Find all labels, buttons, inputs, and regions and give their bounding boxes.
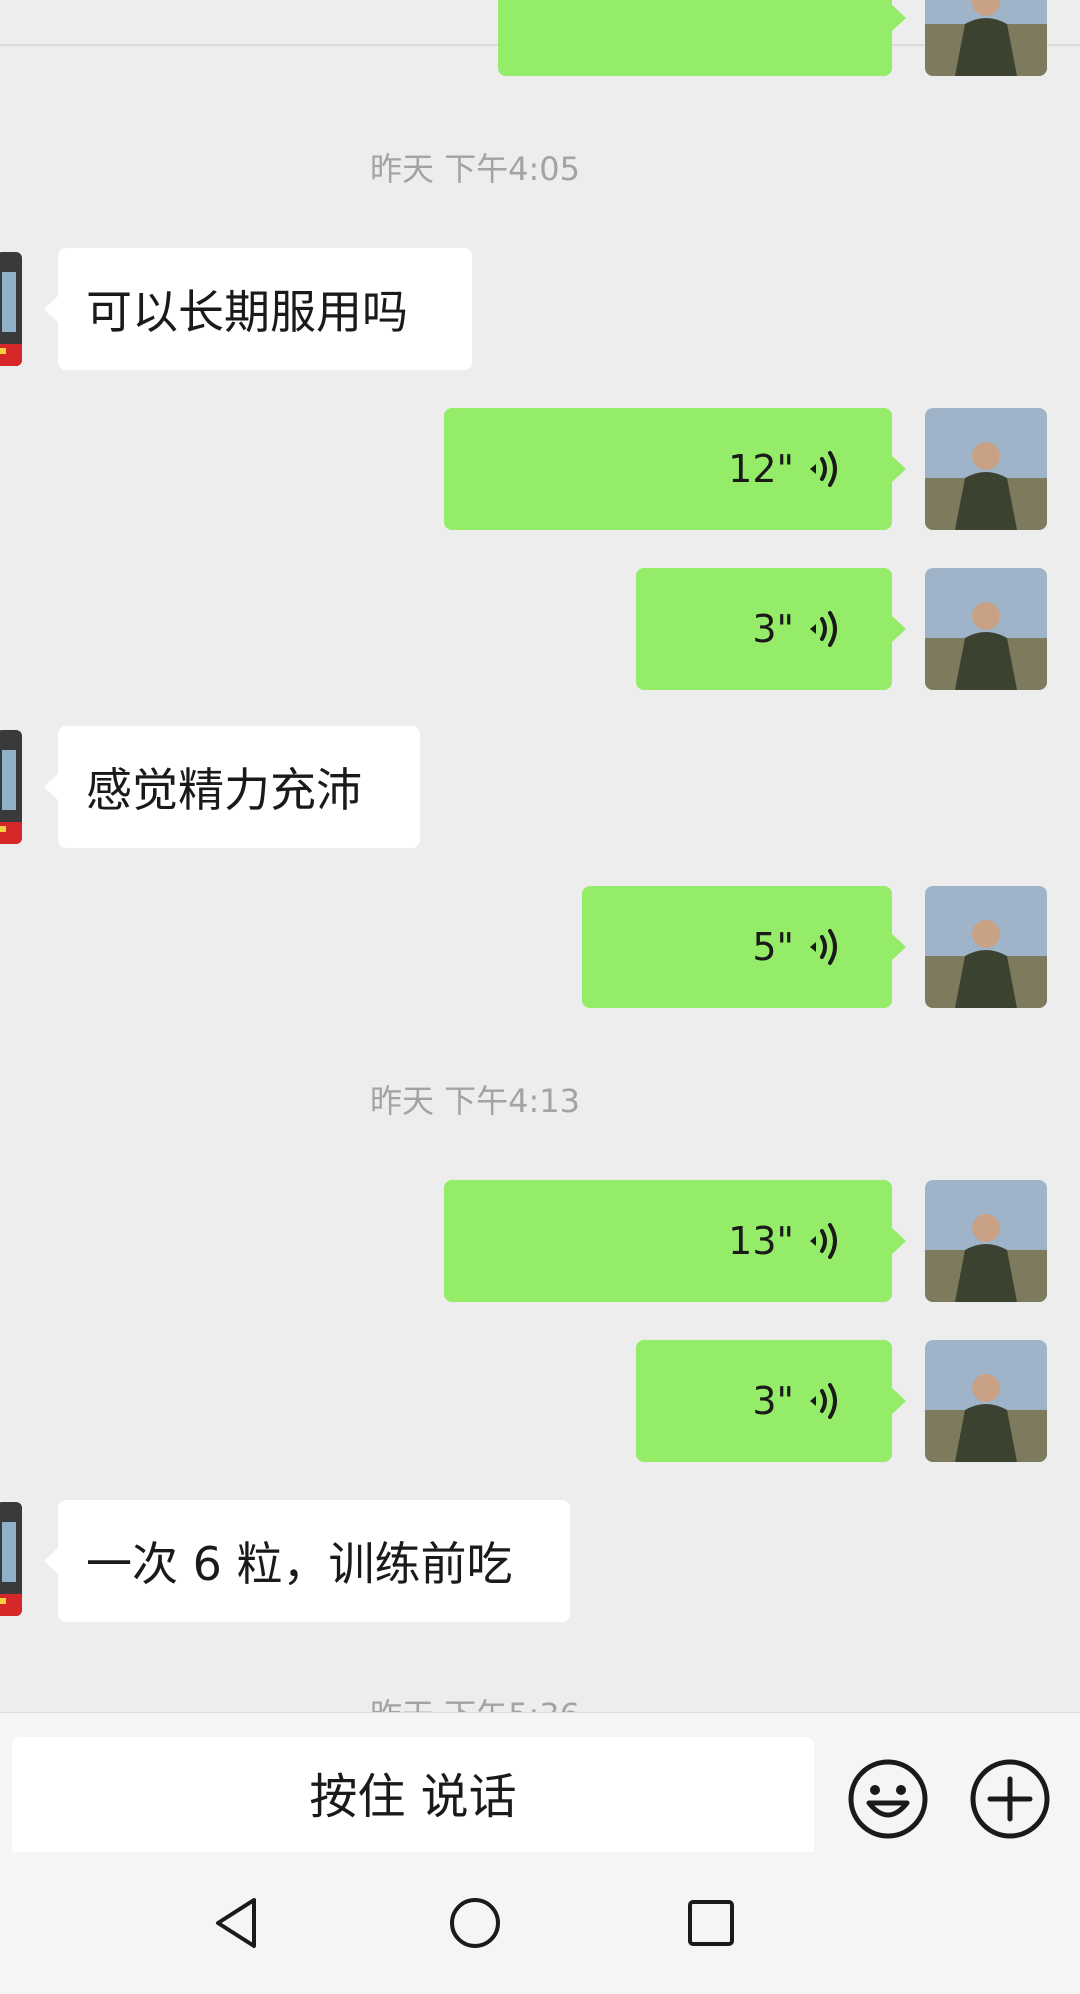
home-circle-icon[interactable]	[440, 1888, 510, 1958]
emoji-icon[interactable]	[846, 1757, 930, 1841]
text-message[interactable]: 可以长期服用吗	[44, 248, 472, 370]
system-nav-bar	[0, 1852, 1080, 1994]
text-message[interactable]: 一次 6 粒，训练前吃	[44, 1500, 570, 1622]
recent-square-icon[interactable]	[676, 1888, 746, 1958]
timestamp: 昨天 下午4:13	[369, 1082, 581, 1120]
voice-message[interactable]: 12"	[444, 408, 906, 530]
message-text: 可以长期服用吗	[86, 285, 408, 339]
hold-to-talk-button[interactable]: 按住 说话	[12, 1737, 814, 1857]
my-avatar[interactable]	[925, 886, 1047, 1008]
voice-wave-icon	[810, 1223, 837, 1259]
voice-wave-icon	[810, 929, 837, 965]
my-avatar[interactable]	[925, 0, 1047, 76]
my-avatar[interactable]	[925, 408, 1047, 530]
message-text: 一次 6 粒，训练前吃	[86, 1537, 513, 1591]
voice-duration: 13"	[728, 1219, 794, 1263]
contact-avatar[interactable]	[0, 1502, 22, 1616]
text-message[interactable]: 感觉精力充沛	[44, 726, 420, 848]
voice-message[interactable]: 3"	[636, 568, 906, 690]
voice-bubble-partial[interactable]	[498, 0, 906, 76]
my-avatar[interactable]	[925, 1180, 1047, 1302]
voice-duration: 12"	[728, 447, 794, 491]
my-avatar[interactable]	[925, 568, 1047, 690]
voice-message[interactable]: 3"	[636, 1340, 906, 1462]
voice-wave-icon	[810, 451, 837, 487]
chat-screen: 昨天 下午4:05 可以长期服用吗 12" 3" 感觉精力充沛 5" 昨天 下午…	[0, 0, 1080, 1994]
my-avatar[interactable]	[925, 1340, 1047, 1462]
back-triangle-icon[interactable]	[202, 1888, 272, 1958]
voice-message[interactable]: 5"	[582, 886, 906, 1008]
message-text: 感觉精力充沛	[86, 763, 362, 817]
voice-wave-icon	[810, 1383, 837, 1419]
voice-message[interactable]: 13"	[444, 1180, 906, 1302]
contact-avatar[interactable]	[0, 730, 22, 844]
voice-duration: 3"	[752, 1379, 794, 1423]
plus-icon[interactable]	[968, 1757, 1052, 1841]
voice-duration: 5"	[752, 925, 794, 969]
timestamp: 昨天 下午4:05	[369, 150, 581, 188]
voice-duration: 3"	[752, 607, 794, 651]
input-bar: 按住 说话	[0, 1712, 1080, 1857]
contact-avatar[interactable]	[0, 252, 22, 366]
voice-wave-icon	[810, 611, 837, 647]
